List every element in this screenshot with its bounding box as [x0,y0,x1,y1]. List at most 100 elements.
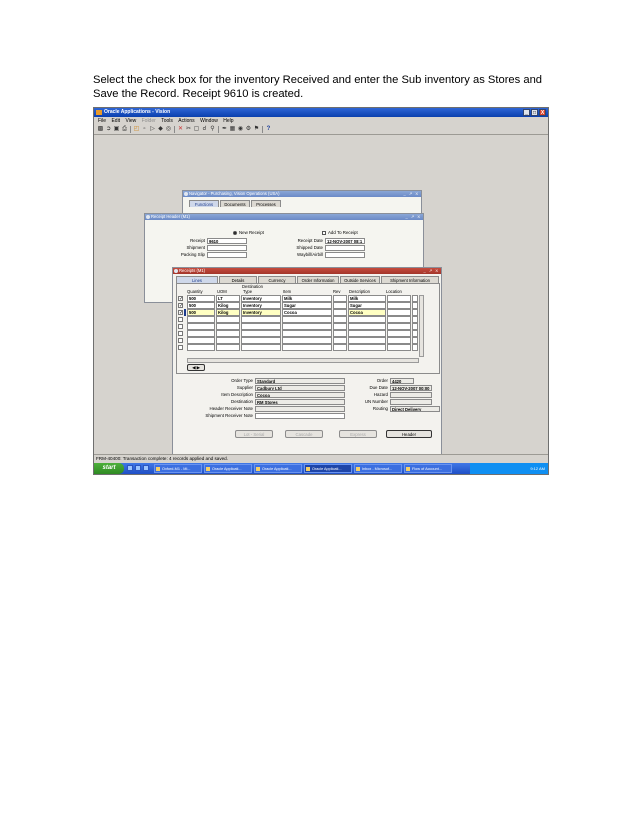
find-icon[interactable]: ◎ [165,126,172,133]
empty-grid-cell[interactable] [387,330,411,337]
empty-grid-cell[interactable] [187,344,215,351]
row2-description[interactable]: Sugar [348,302,386,309]
scroll-arrows-button[interactable]: ◀ ▶ [187,364,205,371]
empty-grid-cell[interactable] [187,323,215,330]
order-field[interactable]: 4420 [390,378,414,384]
window-controls-icon[interactable]: _ ↗ X [404,191,419,197]
row1-quantity[interactable]: 500 [187,295,215,302]
delete-icon[interactable]: ✕ [177,126,184,133]
taskbar-item[interactable]: Oracle Applicati... [204,464,252,473]
empty-grid-cell[interactable] [333,316,347,323]
row3-dff[interactable] [412,309,418,316]
empty-grid-cell[interactable] [241,344,281,351]
tab-outside-services[interactable]: Outside Services [340,276,380,283]
row3-type[interactable]: Inventory [241,309,281,316]
open-icon[interactable]: ➲ [105,126,112,133]
menu-file[interactable]: File [98,118,106,124]
cut-icon[interactable]: ✂ [185,126,192,133]
taskbar-item[interactable]: Oxford-M1 - Mi... [154,464,202,473]
empty-grid-cell[interactable] [241,337,281,344]
row2-dff[interactable] [412,302,418,309]
row3-description[interactable]: Cocoa [348,309,386,316]
row1-item[interactable]: Milk [282,295,332,302]
empty-grid-cell[interactable] [348,344,386,351]
flag-icon[interactable]: ⚑ [253,126,260,133]
row1-uom[interactable]: LT [216,295,240,302]
empty-grid-cell[interactable] [333,323,347,330]
close-button[interactable]: X [539,109,546,116]
translate-icon[interactable]: ◆ [157,126,164,133]
row2-uom[interactable]: Kilog [216,302,240,309]
empty-grid-cell[interactable] [282,316,332,323]
empty-grid-cell[interactable] [412,344,418,351]
tab-functions[interactable]: Functions [189,200,219,207]
empty-grid-cell[interactable] [216,337,240,344]
attachment-icon[interactable]: ☌ [201,126,208,133]
row1-location[interactable] [387,295,411,302]
receipt-date-field[interactable]: 12-NOV-2007 08:1 [325,238,365,244]
row2-rev[interactable] [333,302,347,309]
empty-grid-cell[interactable] [282,323,332,330]
menu-folder[interactable]: Folder [142,118,156,124]
received-checkbox[interactable]: ✓ [178,296,183,302]
vertical-scrollbar[interactable] [419,295,424,357]
row3-rev[interactable] [333,309,347,316]
menu-tools[interactable]: Tools [161,118,173,124]
edit-icon[interactable]: ✒ [221,126,228,133]
receipt-header-title-bar[interactable]: Receipt Header (M1) _ ↗ X [145,214,423,220]
tab-lines[interactable]: Lines [176,276,218,283]
globe-icon[interactable]: ◉ [237,126,244,133]
empty-grid-cell[interactable] [333,344,347,351]
header-receiver-note-field[interactable] [255,406,345,412]
row3-location[interactable] [387,309,411,316]
maximize-button[interactable]: □ [531,109,538,116]
row1-type[interactable]: Inventory [241,295,281,302]
row1-rev[interactable] [333,295,347,302]
row2-quantity[interactable]: 500 [187,302,215,309]
order-type-field[interactable]: Standard [255,378,345,384]
packing-slip-field[interactable] [207,252,247,258]
hazard-field[interactable] [390,392,432,398]
table-icon[interactable]: ▦ [229,126,236,133]
paste-icon[interactable]: ▢ [193,126,200,133]
folder-icon[interactable]: ◰ [133,126,140,133]
navigator-title-bar[interactable]: Navigator - Purchasing, Vision Operation… [183,191,421,197]
menu-window[interactable]: Window [200,118,218,124]
empty-grid-cell[interactable] [387,316,411,323]
tab-order-information[interactable]: Order Information [297,276,339,283]
empty-grid-cell[interactable] [216,330,240,337]
taskbar-item[interactable]: Oracle Applicati... [254,464,302,473]
row3-quantity[interactable]: 500 [187,309,215,316]
shipment-receiver-note-field[interactable] [255,413,345,419]
row2-location[interactable] [387,302,411,309]
empty-grid-cell[interactable] [348,330,386,337]
clear-icon[interactable]: ▷ [149,126,156,133]
shipment-field[interactable] [207,245,247,251]
un-number-field[interactable] [390,399,432,405]
receipts-title-bar[interactable]: Receipts (M1) _ ↗ X [173,268,441,274]
gear-icon[interactable]: ⚙ [245,126,252,133]
empty-grid-cell[interactable] [241,316,281,323]
empty-grid-cell[interactable] [412,330,418,337]
empty-grid-cell[interactable] [241,330,281,337]
help-icon[interactable]: ? [265,126,272,133]
start-button[interactable]: start [94,463,124,474]
cascade-button[interactable]: Cascade [285,430,323,438]
window-controls-icon[interactable]: _ ↗ X [406,214,421,220]
minimize-button[interactable]: _ [523,109,530,116]
waybill-field[interactable] [325,252,365,258]
new-receipt-radio[interactable] [233,231,237,235]
print-icon[interactable]: ⎙ [121,126,128,133]
receipts-window[interactable]: Receipts (M1) _ ↗ X Lines Details Curren… [172,267,442,457]
quick-launch-icon[interactable] [135,465,141,471]
menu-help[interactable]: Help [223,118,233,124]
quick-launch-icon[interactable] [143,465,149,471]
received-checkbox[interactable] [178,317,183,322]
horizontal-scrollbar[interactable] [187,358,419,363]
menu-edit[interactable]: Edit [111,118,120,124]
header-button[interactable]: Header [386,430,432,438]
received-checkbox[interactable] [178,345,183,350]
empty-grid-cell[interactable] [333,337,347,344]
empty-grid-cell[interactable] [412,323,418,330]
row3-item[interactable]: Cocoa [282,309,332,316]
